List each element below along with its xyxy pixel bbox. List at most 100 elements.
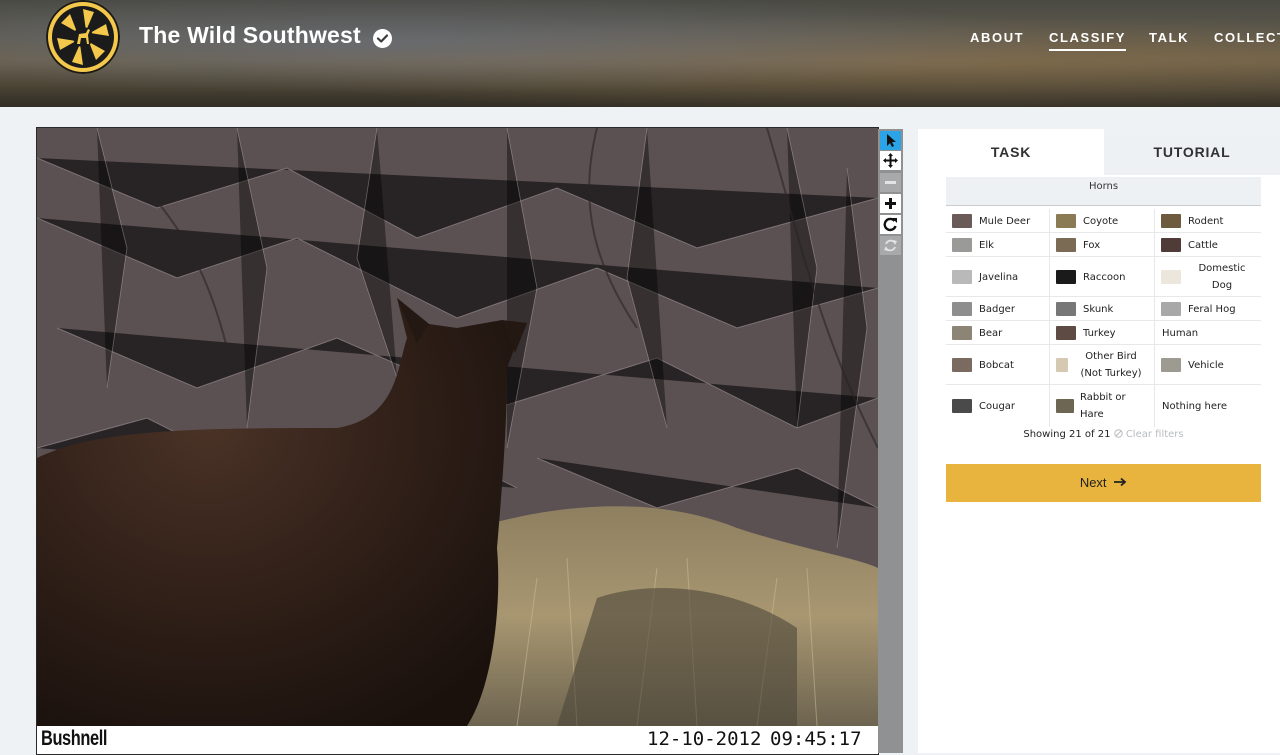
zoom-in-icon bbox=[885, 198, 896, 209]
tab-tutorial[interactable]: TUTORIAL bbox=[1104, 129, 1280, 175]
reset-icon bbox=[884, 239, 897, 252]
stamp-time: 09:45:17 bbox=[770, 728, 862, 750]
choice-thumbnail bbox=[1161, 270, 1181, 284]
filter-bar[interactable]: Horns bbox=[946, 177, 1261, 206]
choice-nothing-here[interactable]: Nothing here bbox=[1155, 385, 1261, 427]
choice-label: Cougar bbox=[979, 401, 1016, 412]
choice-elk[interactable]: Elk bbox=[946, 233, 1050, 257]
verified-badge-icon bbox=[373, 29, 392, 48]
choice-feral-hog[interactable]: Feral Hog bbox=[1155, 297, 1261, 321]
clear-icon bbox=[1113, 429, 1123, 438]
choice-label: Elk bbox=[979, 240, 994, 251]
header-background bbox=[0, 0, 1280, 107]
choice-thumbnail bbox=[1056, 399, 1074, 413]
camera-stamp: Bushnell 12-10-2012 09:45:17 bbox=[37, 726, 878, 754]
choice-thumbnail bbox=[952, 238, 972, 252]
choice-rabbit-or-hare[interactable]: Rabbit or Hare bbox=[1050, 385, 1155, 427]
panel-tabs: TASK TUTORIAL bbox=[918, 129, 1280, 175]
zoom-in-tool[interactable] bbox=[880, 194, 901, 213]
choice-human[interactable]: Human bbox=[1155, 321, 1261, 345]
move-tool[interactable] bbox=[880, 151, 901, 170]
arrow-right-icon bbox=[1114, 477, 1127, 487]
choice-label: Javelina bbox=[979, 272, 1019, 283]
showing-count: Showing 21 of 21 Clear filters bbox=[946, 429, 1261, 440]
choice-thumbnail bbox=[1161, 214, 1181, 228]
zoom-out-icon bbox=[885, 181, 896, 184]
choice-label: Bobcat bbox=[979, 360, 1014, 371]
site-header: The Wild Southwest ABOUT CLASSIFY TALK C… bbox=[0, 0, 1280, 107]
choice-thumbnail bbox=[1056, 214, 1076, 228]
zoom-out-tool[interactable] bbox=[880, 173, 901, 192]
choice-other-bird[interactable]: Other Bird (Not Turkey) bbox=[1050, 345, 1155, 385]
choice-label: Mule Deer bbox=[979, 216, 1031, 227]
choice-label: Badger bbox=[979, 304, 1015, 315]
choice-cattle[interactable]: Cattle bbox=[1155, 233, 1261, 257]
choice-label: Domestic Dog bbox=[1198, 263, 1246, 291]
choice-bobcat[interactable]: Bobcat bbox=[946, 345, 1050, 385]
choice-label: Feral Hog bbox=[1188, 304, 1236, 315]
choice-thumbnail bbox=[1161, 302, 1181, 316]
subject-image[interactable] bbox=[37, 128, 878, 726]
choice-label: Raccoon bbox=[1083, 272, 1126, 283]
subject-viewer[interactable]: Bushnell 12-10-2012 09:45:17 bbox=[36, 127, 879, 755]
choice-thumbnail bbox=[1056, 358, 1068, 372]
pointer-tool[interactable] bbox=[880, 131, 901, 150]
choice-vehicle[interactable]: Vehicle bbox=[1155, 345, 1261, 385]
site-title[interactable]: The Wild Southwest bbox=[139, 22, 361, 49]
task-panel: TASK TUTORIAL Horns Mule Deer Coyote Rod… bbox=[918, 129, 1280, 753]
next-label: Next bbox=[1079, 475, 1107, 490]
choice-domestic-dog[interactable]: Domestic Dog bbox=[1155, 257, 1261, 297]
pointer-icon bbox=[887, 134, 896, 147]
choice-thumbnail bbox=[1056, 270, 1076, 284]
clear-filters-button[interactable]: Clear filters bbox=[1113, 429, 1184, 440]
project-logo[interactable] bbox=[46, 0, 120, 74]
choice-label: Human bbox=[1162, 328, 1199, 339]
next-button[interactable]: Next bbox=[946, 464, 1261, 502]
choice-label: Cattle bbox=[1188, 240, 1218, 251]
choice-skunk[interactable]: Skunk bbox=[1050, 297, 1155, 321]
showing-text: Showing 21 of 21 bbox=[1023, 429, 1111, 440]
choice-thumbnail bbox=[952, 302, 972, 316]
choice-label: Vehicle bbox=[1188, 360, 1224, 371]
choice-label: Fox bbox=[1083, 240, 1101, 251]
nav-talk[interactable]: TALK bbox=[1149, 30, 1189, 45]
choice-thumbnail bbox=[952, 399, 972, 413]
choice-bear[interactable]: Bear bbox=[946, 321, 1050, 345]
choice-thumbnail bbox=[1056, 302, 1076, 316]
choice-label: Skunk bbox=[1083, 304, 1114, 315]
viewer-toolbar bbox=[878, 129, 903, 753]
choice-label: Coyote bbox=[1083, 216, 1119, 227]
choice-thumbnail bbox=[952, 326, 972, 340]
choice-thumbnail bbox=[952, 214, 972, 228]
camera-brand: Bushnell bbox=[41, 727, 108, 750]
choice-label: Bear bbox=[979, 328, 1003, 339]
choice-javelina[interactable]: Javelina bbox=[946, 257, 1050, 297]
choice-thumbnail bbox=[1161, 238, 1181, 252]
nav-about[interactable]: ABOUT bbox=[970, 30, 1024, 45]
choice-turkey[interactable]: Turkey bbox=[1050, 321, 1155, 345]
choice-label: Rodent bbox=[1188, 216, 1224, 227]
reset-tool[interactable] bbox=[880, 236, 901, 255]
choice-mule-deer[interactable]: Mule Deer bbox=[946, 209, 1050, 233]
choice-raccoon[interactable]: Raccoon bbox=[1050, 257, 1155, 297]
choice-thumbnail bbox=[952, 358, 972, 372]
choice-rodent[interactable]: Rodent bbox=[1155, 209, 1261, 233]
choice-thumbnail bbox=[952, 270, 972, 284]
choice-label: Other Bird (Not Turkey) bbox=[1080, 351, 1142, 379]
choice-thumbnail bbox=[1161, 358, 1181, 372]
nav-collect[interactable]: COLLECT bbox=[1214, 30, 1280, 45]
choice-thumbnail bbox=[1056, 326, 1076, 340]
tab-task[interactable]: TASK bbox=[918, 129, 1104, 175]
rotate-icon bbox=[883, 217, 897, 232]
stamp-date: 12-10-2012 bbox=[647, 728, 762, 750]
choice-cougar[interactable]: Cougar bbox=[946, 385, 1050, 427]
choice-thumbnail bbox=[1056, 238, 1076, 252]
choice-label: Nothing here bbox=[1162, 401, 1228, 412]
rotate-tool[interactable] bbox=[880, 215, 901, 234]
choice-badger[interactable]: Badger bbox=[946, 297, 1050, 321]
nav-classify[interactable]: CLASSIFY bbox=[1049, 30, 1127, 51]
filter-horns[interactable]: Horns bbox=[1089, 181, 1118, 192]
choice-fox[interactable]: Fox bbox=[1050, 233, 1155, 257]
choice-label: Rabbit or Hare bbox=[1080, 392, 1126, 420]
choice-coyote[interactable]: Coyote bbox=[1050, 209, 1155, 233]
